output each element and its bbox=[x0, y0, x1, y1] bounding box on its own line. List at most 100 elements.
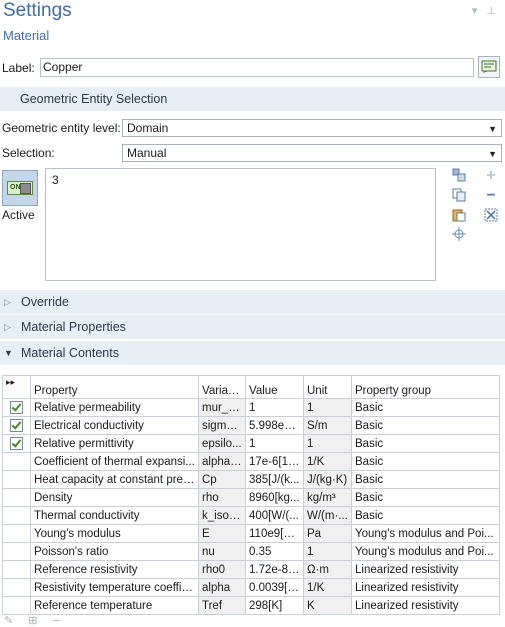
row-checkbox[interactable] bbox=[2, 470, 31, 489]
cell-variable: alpha bbox=[198, 578, 246, 597]
cell-unit: 1/K bbox=[303, 578, 352, 597]
cell-value[interactable]: 0.35 bbox=[245, 542, 304, 561]
triangle-right-icon: ▷ bbox=[4, 297, 11, 307]
table-row[interactable]: Poisson's ratio nu 0.35 1 Young's modulus an… bbox=[2, 542, 500, 561]
cell-unit: Ω·m bbox=[303, 560, 352, 579]
column-header-property-group[interactable]: Property group bbox=[351, 375, 500, 399]
row-checkbox[interactable] bbox=[2, 506, 31, 525]
cell-variable: alpha_... bbox=[198, 452, 246, 471]
table-row[interactable]: Resistivity temperature coeffici... alpha… bbox=[2, 578, 500, 597]
cell-property: Relative permeability bbox=[30, 398, 199, 417]
table-row[interactable]: Density rho 8960[kg... kg/m³ Basic bbox=[2, 488, 500, 507]
cell-property-group: Basic bbox=[351, 452, 500, 471]
table-row[interactable]: Reference resistivity rho0 1.72e-8[... Ω·m L… bbox=[2, 560, 500, 579]
table-row[interactable]: Reference temperature Tref 298[K] K Lineariz… bbox=[2, 596, 500, 615]
table-row[interactable]: Relative permeability mur_is... 1 1 Basic bbox=[2, 398, 500, 417]
cell-unit: Pa bbox=[303, 524, 352, 543]
triangle-right-icon: ▷ bbox=[4, 322, 11, 332]
toggle-on-icon: ON bbox=[7, 181, 33, 195]
clear-selection-icon[interactable] bbox=[483, 208, 499, 224]
section-override-label: Override bbox=[21, 295, 69, 309]
row-checkbox[interactable] bbox=[2, 416, 31, 435]
cell-property: Density bbox=[30, 488, 199, 507]
cell-property: Resistivity temperature coeffici... bbox=[30, 578, 199, 597]
cell-property: Thermal conductivity bbox=[30, 506, 199, 525]
paste-selection-icon[interactable] bbox=[451, 168, 467, 184]
checkbox-checked-icon[interactable] bbox=[10, 419, 23, 432]
label-field[interactable]: Copper bbox=[40, 58, 474, 77]
zoom-selected-icon[interactable] bbox=[451, 227, 467, 243]
cell-property: Reference temperature bbox=[30, 596, 199, 615]
paste-icon[interactable] bbox=[451, 208, 467, 224]
cell-property: Young's modulus bbox=[30, 524, 199, 543]
expand-all-icon[interactable]: ▸▸ bbox=[2, 375, 31, 399]
pin-icon[interactable]: ▾ ⊥ bbox=[472, 4, 499, 17]
cell-property-group: Linearized resistivity bbox=[351, 578, 500, 597]
section-geometric-entity-selection[interactable]: Geometric Entity Selection bbox=[0, 87, 505, 111]
cell-value[interactable]: 1.72e-8[... bbox=[245, 560, 304, 579]
table-row[interactable]: Thermal conductivity k_iso ;... 400[W/(...… bbox=[2, 506, 500, 525]
column-header-value[interactable]: Value bbox=[245, 375, 304, 399]
cell-value[interactable]: 110e9[Pa] bbox=[245, 524, 304, 543]
copy-icon[interactable] bbox=[451, 188, 467, 204]
table-header-row: ▸▸ Property Variable Value Unit Property… bbox=[2, 375, 500, 399]
row-checkbox[interactable] bbox=[2, 434, 31, 453]
cell-property: Heat capacity at constant pres... bbox=[30, 470, 199, 489]
cell-value[interactable]: 8960[kg... bbox=[245, 488, 304, 507]
row-checkbox[interactable] bbox=[2, 398, 31, 417]
column-header-property[interactable]: Property bbox=[30, 375, 199, 399]
cell-value[interactable]: 1 bbox=[245, 434, 304, 453]
row-checkbox[interactable] bbox=[2, 524, 31, 543]
cell-unit: W/(m·... bbox=[303, 506, 352, 525]
cell-value[interactable]: 1 bbox=[245, 398, 304, 417]
section-material-properties[interactable]: ▷ Material Properties bbox=[0, 315, 505, 339]
selection-select[interactable]: Manual ▼ bbox=[122, 144, 502, 162]
table-row[interactable]: Heat capacity at constant pres... Cp 385[J… bbox=[2, 470, 500, 489]
cell-value[interactable]: 17e-6[1/... bbox=[245, 452, 304, 471]
column-header-variable[interactable]: Variable bbox=[198, 375, 246, 399]
entity-level-select[interactable]: Domain ▼ bbox=[122, 119, 502, 137]
row-checkbox[interactable] bbox=[2, 560, 31, 579]
row-checkbox[interactable] bbox=[2, 488, 31, 507]
row-checkbox[interactable] bbox=[2, 542, 31, 561]
cell-property-group: Basic bbox=[351, 488, 500, 507]
cell-value[interactable]: 400[W/(... bbox=[245, 506, 304, 525]
rename-icon[interactable] bbox=[478, 56, 500, 78]
cell-variable: epsilo... bbox=[198, 434, 246, 453]
cell-value[interactable]: 298[K] bbox=[245, 596, 304, 615]
table-row[interactable]: Coefficient of thermal expansi... alpha_.… bbox=[2, 452, 500, 471]
cell-variable: rho0 bbox=[198, 560, 246, 579]
table-row[interactable]: Relative permittivity epsilo... 1 1 Basic bbox=[2, 434, 500, 453]
checkbox-checked-icon[interactable] bbox=[10, 437, 23, 450]
chevron-down-icon: ▼ bbox=[488, 124, 497, 134]
section-material-contents[interactable]: ▼ Material Contents bbox=[0, 341, 505, 365]
cell-property: Electrical conductivity bbox=[30, 416, 199, 435]
row-checkbox[interactable] bbox=[2, 578, 31, 597]
row-checkbox[interactable] bbox=[2, 596, 31, 615]
cell-value[interactable]: 5.998e7[... bbox=[245, 416, 304, 435]
add-icon[interactable]: + bbox=[483, 168, 499, 184]
active-toggle-button[interactable]: ON bbox=[2, 170, 38, 206]
label-caption: Label: bbox=[2, 61, 35, 75]
selection-list[interactable]: 3 bbox=[45, 168, 436, 281]
cell-variable: Tref bbox=[198, 596, 246, 615]
table-row[interactable]: Young's modulus E 110e9[Pa] Pa Young's modul… bbox=[2, 524, 500, 543]
cell-property: Coefficient of thermal expansi... bbox=[30, 452, 199, 471]
triangle-down-icon: ▼ bbox=[4, 348, 13, 358]
cell-value[interactable]: 385[J/(k... bbox=[245, 470, 304, 489]
cell-value[interactable]: 0.0039[1... bbox=[245, 578, 304, 597]
table-row[interactable]: Electrical conductivity sigma... 5.998e7[.… bbox=[2, 416, 500, 435]
selection-label: Selection: bbox=[2, 146, 55, 160]
column-header-unit[interactable]: Unit bbox=[303, 375, 352, 399]
section-override[interactable]: ▷ Override bbox=[0, 290, 505, 314]
cell-property-group: Basic bbox=[351, 416, 500, 435]
remove-icon[interactable]: − bbox=[483, 188, 499, 204]
bottom-toolbar-icons: ✎ ⊞ ─ bbox=[4, 615, 67, 627]
row-checkbox[interactable] bbox=[2, 452, 31, 471]
section-material-contents-label: Material Contents bbox=[21, 346, 119, 360]
selected-entity[interactable]: 3 bbox=[52, 173, 59, 187]
cell-variable: E bbox=[198, 524, 246, 543]
checkbox-checked-icon[interactable] bbox=[10, 401, 23, 414]
page-subtitle: Material bbox=[3, 28, 50, 43]
entity-level-value: Domain bbox=[127, 121, 169, 135]
